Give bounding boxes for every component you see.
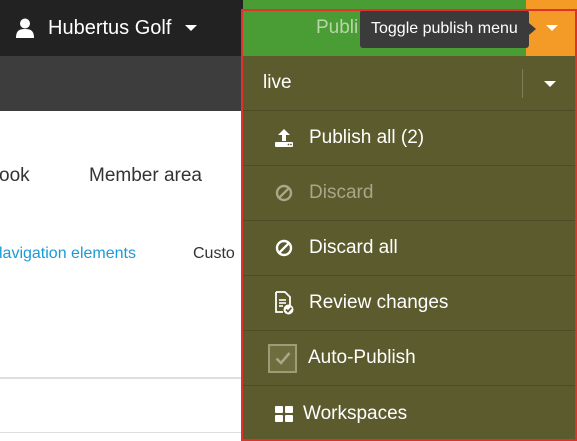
subnav-custom[interactable]: Custo [193, 245, 235, 263]
workspaces-label: Workspaces [303, 402, 408, 424]
user-icon [16, 18, 34, 38]
ban-icon [273, 237, 295, 259]
ban-icon [273, 182, 295, 204]
chevron-down-icon [544, 81, 556, 87]
publish-all-button[interactable]: Publish all (2) [243, 111, 577, 166]
publish-button-label: Publi [316, 17, 359, 38]
select-divider [522, 69, 523, 98]
chevron-down-icon [185, 25, 198, 31]
auto-publish-toggle[interactable]: Auto-Publish [243, 331, 577, 386]
discard-all-button[interactable]: Discard all [243, 221, 577, 276]
nav-item-book[interactable]: ook [0, 165, 30, 187]
workspace-select[interactable]: live [243, 56, 577, 111]
publish-all-label: Publish all (2) [309, 127, 425, 148]
discard-all-label: Discard all [309, 237, 398, 258]
divider [0, 377, 243, 379]
file-check-icon [273, 291, 295, 315]
divider [0, 432, 243, 433]
secondary-bar [0, 56, 243, 111]
upload-icon [273, 127, 295, 149]
workspace-select-value: live [263, 72, 292, 93]
grid-icon [273, 403, 295, 425]
discard-label: Discard [309, 182, 374, 203]
review-changes-button[interactable]: Review changes [243, 276, 577, 331]
discard-button[interactable]: Discard [243, 166, 577, 221]
page-content: ook Member area lavigation elements Cust… [0, 111, 243, 441]
tooltip-text: Toggle publish menu [371, 20, 518, 37]
user-menu-button[interactable]: Hubertus Golf [0, 0, 240, 56]
user-name: Hubertus Golf [48, 16, 172, 39]
auto-publish-label: Auto-Publish [308, 347, 416, 368]
nav-item-member-area[interactable]: Member area [89, 165, 202, 187]
publish-dropdown-menu: live Publish all (2) Discard Discard all… [243, 56, 577, 441]
subnav-navigation-elements[interactable]: lavigation elements [0, 245, 136, 263]
tooltip: Toggle publish menu [360, 10, 536, 48]
workspaces-button[interactable]: Workspaces [243, 386, 577, 441]
review-changes-label: Review changes [309, 292, 449, 313]
chevron-down-icon [545, 25, 558, 31]
checkbox-icon[interactable] [268, 343, 297, 373]
